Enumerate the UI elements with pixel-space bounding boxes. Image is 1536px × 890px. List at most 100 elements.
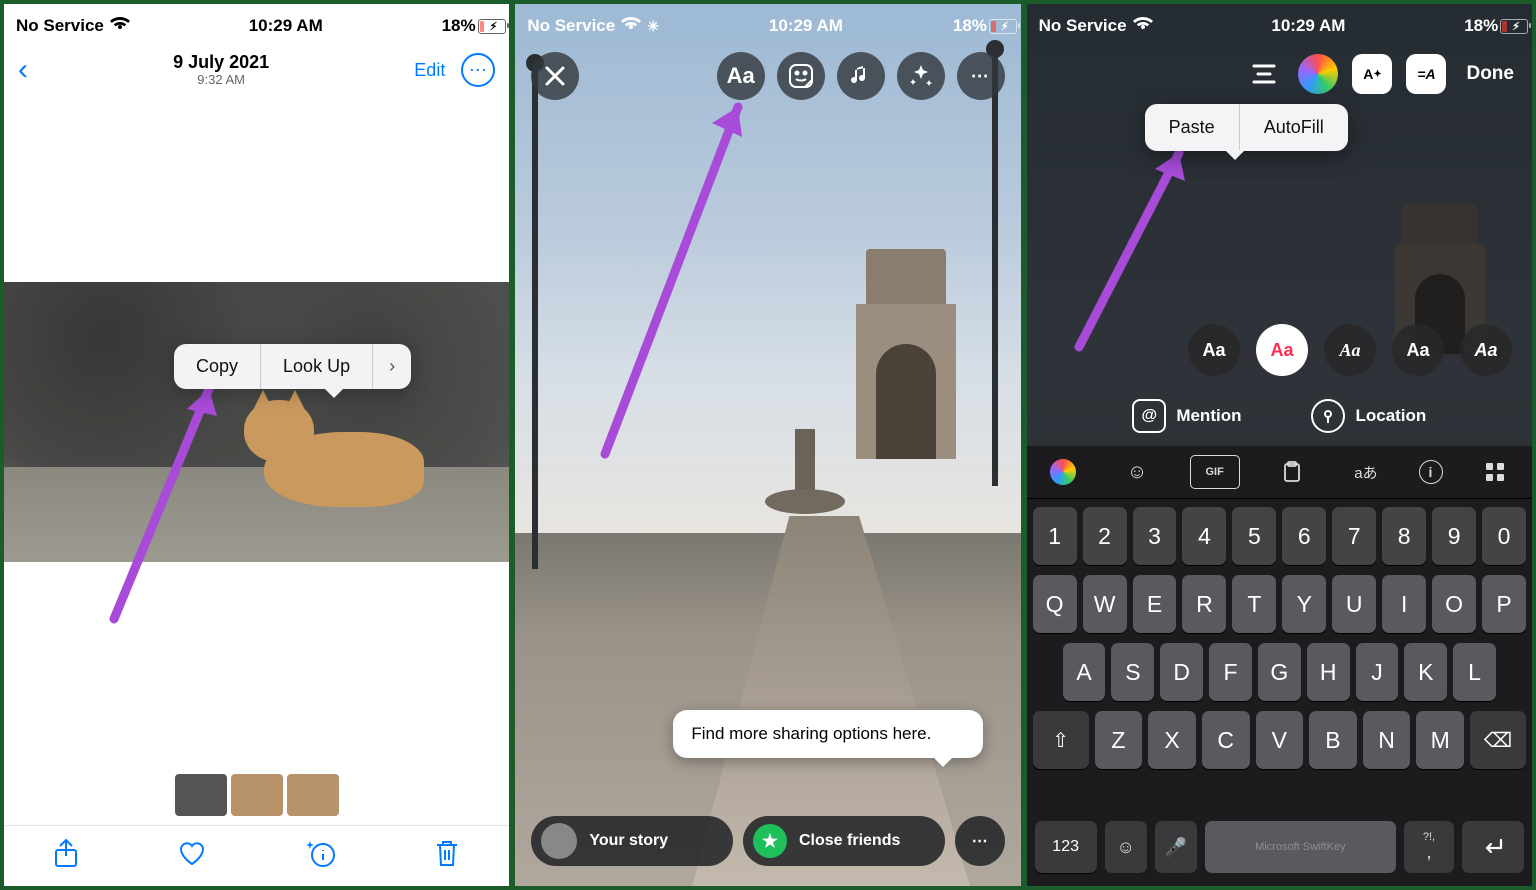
share-icon[interactable] (53, 838, 79, 875)
key-j[interactable]: J (1356, 643, 1399, 701)
font-chip-active[interactable]: Aa (1256, 324, 1308, 376)
key-9[interactable]: 9 (1432, 507, 1476, 565)
key-5[interactable]: 5 (1232, 507, 1276, 565)
key-4[interactable]: 4 (1182, 507, 1226, 565)
align-button[interactable] (1244, 54, 1284, 94)
music-tool-button[interactable] (837, 52, 885, 100)
more-share-button[interactable]: ⋯ (955, 816, 1005, 866)
key-enter[interactable] (1462, 821, 1524, 873)
key-f[interactable]: F (1209, 643, 1252, 701)
heart-icon[interactable] (177, 839, 207, 874)
key-mic[interactable]: 🎤 (1155, 821, 1197, 873)
emoji-suggest-icon[interactable]: ☺ (1116, 457, 1158, 487)
key-2[interactable]: 2 (1083, 507, 1127, 565)
autofill-menu-item[interactable]: AutoFill (1240, 104, 1348, 151)
carrier-label: No Service (16, 16, 104, 36)
thumbnail[interactable] (231, 774, 283, 816)
key-r[interactable]: R (1182, 575, 1226, 633)
key-6[interactable]: 6 (1282, 507, 1326, 565)
clock-label: 10:29 AM (769, 16, 843, 36)
status-bar: No Service ✳︎ 10:29 AM 18% ⚡︎ (515, 4, 1020, 42)
clock-label: 10:29 AM (1271, 16, 1345, 36)
clipboard-icon[interactable] (1271, 457, 1313, 487)
sticker-tool-button[interactable] (777, 52, 825, 100)
copilot-icon[interactable] (1042, 457, 1084, 487)
thumbnail[interactable] (287, 774, 339, 816)
more-button[interactable]: ⋯ (461, 53, 495, 87)
key-8[interactable]: 8 (1382, 507, 1426, 565)
key-h[interactable]: H (1307, 643, 1350, 701)
key-1[interactable]: 1 (1033, 507, 1077, 565)
nav-bar: ‹ 9 July 2021 9:32 AM Edit ⋯ (4, 42, 509, 98)
key-d[interactable]: D (1160, 643, 1203, 701)
key-0[interactable]: 0 (1482, 507, 1526, 565)
done-button[interactable]: Done (1466, 63, 1514, 85)
key-c[interactable]: C (1202, 711, 1250, 769)
copy-menu-item[interactable]: Copy (174, 344, 261, 389)
text-animation-button[interactable]: A✦ (1352, 54, 1392, 94)
key-y[interactable]: Y (1282, 575, 1326, 633)
back-button[interactable]: ‹ (18, 53, 28, 87)
selected-subject-cat[interactable] (244, 387, 434, 507)
photo-date-title: 9 July 2021 (173, 53, 269, 73)
translate-icon[interactable]: aあ (1345, 457, 1387, 487)
font-chip[interactable]: Aa (1324, 324, 1376, 376)
font-chip[interactable]: Aa (1188, 324, 1240, 376)
color-wheel-button[interactable] (1298, 54, 1338, 94)
lookup-menu-item[interactable]: Look Up (261, 344, 373, 389)
edit-button[interactable]: Edit (414, 60, 445, 81)
more-menu-item[interactable]: › (373, 344, 411, 389)
annotation-arrow (99, 374, 249, 639)
key-n[interactable]: N (1363, 711, 1411, 769)
key-3[interactable]: 3 (1133, 507, 1177, 565)
paste-menu-item[interactable]: Paste (1145, 104, 1240, 151)
your-story-button[interactable]: Your story (531, 816, 733, 866)
key-7[interactable]: 7 (1332, 507, 1376, 565)
key-v[interactable]: V (1256, 711, 1304, 769)
trash-icon[interactable] (434, 838, 460, 875)
key-p[interactable]: P (1482, 575, 1526, 633)
key-i[interactable]: I (1382, 575, 1426, 633)
key-123[interactable]: 123 (1035, 821, 1097, 873)
grid-icon[interactable] (1474, 457, 1516, 487)
close-button[interactable] (531, 52, 579, 100)
location-button[interactable]: Location (1311, 399, 1426, 433)
loading-icon: ✳︎ (647, 18, 659, 35)
key-z[interactable]: Z (1095, 711, 1143, 769)
key-m[interactable]: M (1416, 711, 1464, 769)
key-x[interactable]: X (1148, 711, 1196, 769)
mention-button[interactable]: @ Mention (1132, 399, 1241, 433)
key-e[interactable]: E (1133, 575, 1177, 633)
info-icon[interactable]: i (1419, 460, 1443, 484)
key-backspace[interactable]: ⌫ (1470, 711, 1526, 769)
more-tool-button[interactable]: ⋯ (957, 52, 1005, 100)
font-chip[interactable]: Aa (1392, 324, 1444, 376)
key-k[interactable]: K (1404, 643, 1447, 701)
gif-icon[interactable]: GIF (1190, 455, 1240, 489)
key-emoji[interactable]: ☺ (1105, 821, 1147, 873)
key-row-2: A S D F G H J K L (1033, 643, 1526, 701)
key-b[interactable]: B (1309, 711, 1357, 769)
key-g[interactable]: G (1258, 643, 1301, 701)
close-friends-button[interactable]: ★ Close friends (743, 816, 945, 866)
info-sparkle-icon[interactable] (305, 838, 337, 875)
text-background-button[interactable]: =A (1406, 54, 1446, 94)
font-chip[interactable]: Aa (1460, 324, 1512, 376)
key-space[interactable]: Microsoft SwiftKey (1205, 821, 1396, 873)
key-t[interactable]: T (1232, 575, 1276, 633)
key-shift[interactable]: ⇧ (1033, 711, 1089, 769)
key-o[interactable]: O (1432, 575, 1476, 633)
key-l[interactable]: L (1453, 643, 1496, 701)
thumbnail-strip[interactable] (4, 774, 509, 816)
key-a[interactable]: A (1063, 643, 1106, 701)
key-u[interactable]: U (1332, 575, 1376, 633)
key-w[interactable]: W (1083, 575, 1127, 633)
effects-tool-button[interactable] (897, 52, 945, 100)
location-label: Location (1355, 406, 1426, 426)
key-s[interactable]: S (1111, 643, 1154, 701)
thumbnail[interactable] (175, 774, 227, 816)
key-q[interactable]: Q (1033, 575, 1077, 633)
photo-viewport[interactable] (4, 282, 509, 562)
space-brand-label: Microsoft SwiftKey (1255, 841, 1345, 853)
key-punct[interactable]: ?!,, (1404, 821, 1454, 873)
